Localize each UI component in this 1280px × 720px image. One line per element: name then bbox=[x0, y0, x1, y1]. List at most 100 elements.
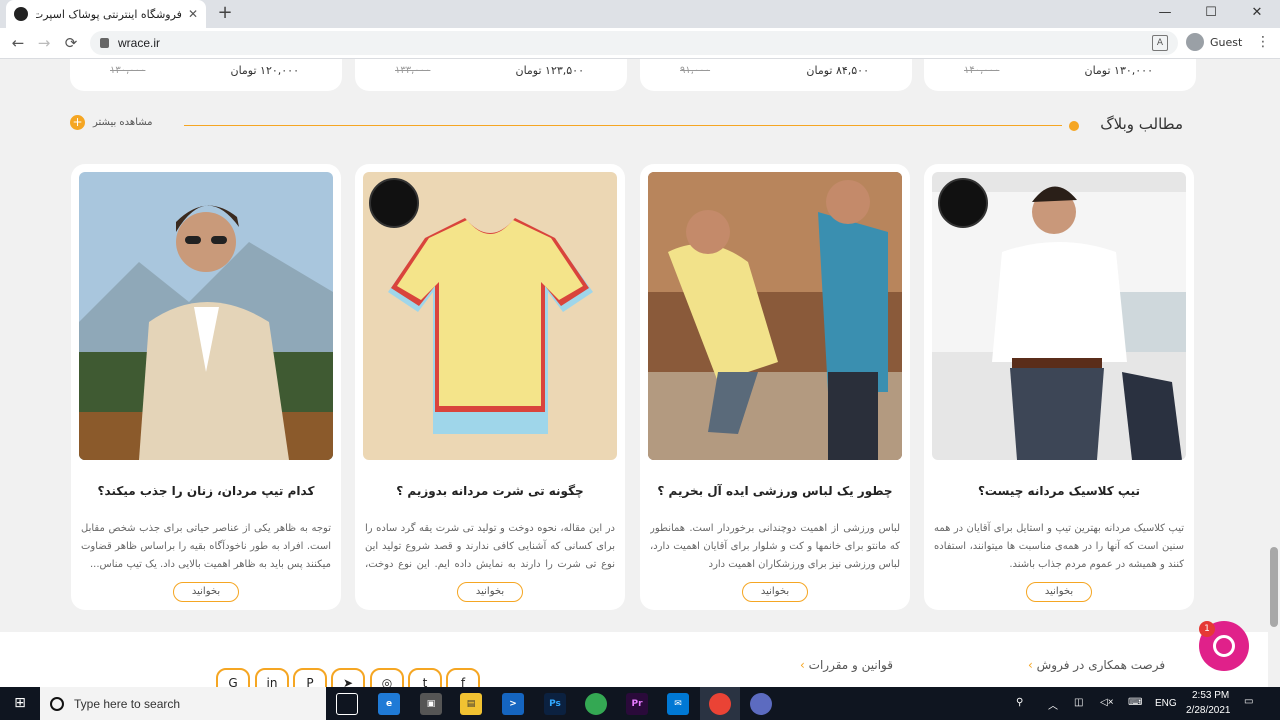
see-more-label: مشاهده بیشتر bbox=[93, 117, 153, 128]
new-price: ۱۲۳,۵۰۰ تومان bbox=[515, 64, 584, 77]
pinterest-icon[interactable]: P bbox=[293, 668, 327, 687]
product-card-tail[interactable]: ۱۳۳,۰۰۰ ۱۲۳,۵۰۰ تومان bbox=[355, 59, 627, 91]
blog-card[interactable]: کدام تیپ مردان، زنان را جذب میکند؟ توجه … bbox=[71, 164, 341, 610]
footer-link-terms[interactable]: قوانین و مقررات › bbox=[800, 658, 893, 672]
browser-tab-strip: فروشگاه اینترنتی پوشاک اسپرت و ر ✕ + — ☐… bbox=[0, 0, 1280, 28]
new-price: ۸۴,۵۰۰ تومان bbox=[806, 64, 869, 77]
minimize-button[interactable]: — bbox=[1142, 0, 1188, 28]
blog-post-image[interactable] bbox=[363, 172, 617, 460]
brand-logo-badge bbox=[938, 178, 988, 228]
blog-post-title[interactable]: چگونه تی شرت مردانه بدوزیم ؟ bbox=[365, 484, 615, 498]
language-indicator[interactable]: ENG bbox=[1155, 698, 1177, 709]
tray-chevron-icon[interactable]: ︿ bbox=[1048, 697, 1058, 712]
photoshop-icon[interactable]: Ps bbox=[544, 693, 566, 715]
blog-card[interactable]: چطور یک لباس ورزشی ایده آل بخریم ؟ لباس … bbox=[640, 164, 910, 610]
product-card-tail[interactable]: ۱۴۰,۰۰۰ ۱۳۰,۰۰۰ تومان bbox=[924, 59, 1196, 91]
blog-card[interactable]: تیپ کلاسیک مردانه چیست؟ تیپ کلاسیک مردان… bbox=[924, 164, 1194, 610]
lock-icon bbox=[100, 38, 109, 48]
telegram-icon[interactable]: ➤ bbox=[331, 668, 365, 687]
url-text: wrace.ir bbox=[118, 36, 161, 50]
windows-start-icon[interactable]: ⊞ bbox=[0, 687, 40, 720]
blog-post-excerpt: تیپ کلاسیک مردانه بهترین تیپ و استایل بر… bbox=[934, 523, 1184, 570]
read-more-button[interactable]: بخوانید bbox=[173, 582, 239, 602]
page-viewport: ۱۳۰,۰۰۰ ۱۲۰,۰۰۰ تومان ۱۳۳,۰۰۰ ۱۲۳,۵۰۰ تو… bbox=[0, 59, 1268, 687]
scrollbar-thumb[interactable] bbox=[1270, 547, 1278, 627]
terminal-icon[interactable]: > bbox=[502, 693, 524, 715]
old-price: ۱۳۳,۰۰۰ bbox=[395, 65, 431, 76]
profile-label: Guest bbox=[1210, 35, 1243, 49]
browser-tab[interactable]: فروشگاه اینترنتی پوشاک اسپرت و ر ✕ bbox=[6, 0, 206, 28]
blog-post-image[interactable] bbox=[79, 172, 333, 460]
blog-card[interactable]: چگونه تی شرت مردانه بدوزیم ؟ در این مقال… bbox=[355, 164, 625, 610]
people-icon[interactable]: ⚲ bbox=[1016, 697, 1023, 708]
facebook-icon[interactable]: f bbox=[446, 668, 480, 687]
blog-post-title[interactable]: چطور یک لباس ورزشی ایده آل بخریم ؟ bbox=[650, 484, 900, 498]
clock-time[interactable]: 2:53 PM bbox=[1192, 690, 1229, 701]
old-price: ۹۱,۰۰۰ bbox=[680, 65, 711, 76]
address-bar[interactable]: wrace.ir A bbox=[90, 31, 1178, 55]
mail-icon[interactable]: ✉ bbox=[667, 693, 689, 715]
avatar-icon bbox=[1186, 33, 1204, 51]
tab-close-icon[interactable]: ✕ bbox=[188, 7, 198, 21]
old-price: ۱۳۰,۰۰۰ bbox=[110, 65, 146, 76]
profile-button[interactable]: Guest bbox=[1186, 33, 1242, 51]
section-dot bbox=[1069, 121, 1079, 131]
read-more-button[interactable]: بخوانید bbox=[742, 582, 808, 602]
task-view-icon[interactable] bbox=[336, 693, 358, 715]
blog-post-excerpt: لباس ورزشی از اهمیت دوچندانی برخوردار اس… bbox=[650, 523, 900, 570]
forward-button[interactable]: → bbox=[33, 32, 55, 54]
chrome-active-icon[interactable] bbox=[709, 693, 731, 715]
new-price: ۱۲۰,۰۰۰ تومان bbox=[230, 64, 299, 77]
app-icon[interactable] bbox=[750, 693, 772, 715]
footer-link-affiliate[interactable]: فرصت همکاری در فروش › bbox=[1028, 658, 1165, 672]
windows-taskbar: ⊞ Type here to search e ▣ ▤ > Ps Pr ✉ ⚲ … bbox=[0, 687, 1280, 720]
see-more-link[interactable]: + مشاهده بیشتر bbox=[70, 115, 153, 130]
footer-link-label: قوانین و مقررات bbox=[808, 658, 893, 672]
site-favicon-icon bbox=[14, 7, 28, 21]
google-icon[interactable]: G bbox=[216, 668, 250, 687]
reload-button[interactable]: ⟳ bbox=[60, 32, 82, 54]
product-card-tail[interactable]: ۹۱,۰۰۰ ۸۴,۵۰۰ تومان bbox=[640, 59, 912, 91]
site-footer: فرصت همکاری در فروش › قوانین و مقررات › … bbox=[0, 632, 1268, 687]
premiere-icon[interactable]: Pr bbox=[626, 693, 648, 715]
search-placeholder: Type here to search bbox=[74, 696, 181, 711]
chat-unread-badge: 1 bbox=[1199, 621, 1215, 637]
close-window-button[interactable]: ✕ bbox=[1234, 0, 1280, 28]
tab-title: فروشگاه اینترنتی پوشاک اسپرت و ر bbox=[36, 7, 182, 21]
linkedin-icon[interactable]: in bbox=[255, 668, 289, 687]
blog-post-title[interactable]: تیپ کلاسیک مردانه چیست؟ bbox=[934, 484, 1184, 498]
old-price: ۱۴۰,۰۰۰ bbox=[964, 65, 1000, 76]
notification-icon[interactable]: ▭ bbox=[1244, 696, 1253, 707]
file-explorer-icon[interactable]: ▤ bbox=[460, 693, 482, 715]
page-scrollbar[interactable] bbox=[1268, 59, 1280, 687]
blog-post-excerpt: در این مقاله، نحوه دوخت و تولید تی شرت ی… bbox=[365, 523, 615, 570]
blog-post-title[interactable]: کدام تیپ مردان، زنان را جذب میکند؟ bbox=[81, 484, 331, 498]
read-more-button[interactable]: بخوانید bbox=[1026, 582, 1092, 602]
network-icon[interactable]: ◫ bbox=[1074, 697, 1083, 708]
clock-date[interactable]: 2/28/2021 bbox=[1186, 705, 1231, 716]
taskbar-search[interactable]: Type here to search bbox=[40, 687, 326, 720]
cortana-icon bbox=[50, 696, 64, 711]
chrome-icon[interactable] bbox=[585, 693, 607, 715]
blog-post-image[interactable] bbox=[648, 172, 902, 460]
twitter-icon[interactable]: t bbox=[408, 668, 442, 687]
keyboard-icon[interactable]: ⌨ bbox=[1128, 697, 1142, 708]
blog-post-excerpt: توجه به ظاهر یکی از عناصر حیاتی برای جذب… bbox=[81, 523, 331, 570]
footer-link-label: فرصت همکاری در فروش bbox=[1036, 658, 1166, 672]
blog-post-image[interactable] bbox=[932, 172, 1186, 460]
maximize-button[interactable]: ☐ bbox=[1188, 0, 1234, 28]
instagram-icon[interactable]: ◎ bbox=[370, 668, 404, 687]
new-price: ۱۳۰,۰۰۰ تومان bbox=[1084, 64, 1153, 77]
volume-icon[interactable]: ◁× bbox=[1100, 697, 1114, 708]
browser-menu-icon[interactable]: ⋮ bbox=[1256, 34, 1270, 50]
back-button[interactable]: ← bbox=[7, 32, 29, 54]
blog-section-title: مطالب وبلاگ bbox=[1100, 115, 1183, 133]
store-icon[interactable]: ▣ bbox=[420, 693, 442, 715]
edge-icon[interactable]: e bbox=[378, 693, 400, 715]
product-card-tail[interactable]: ۱۳۰,۰۰۰ ۱۲۰,۰۰۰ تومان bbox=[70, 59, 342, 91]
read-more-button[interactable]: بخوانید bbox=[457, 582, 523, 602]
chat-bubble-icon bbox=[1213, 635, 1235, 657]
translate-icon[interactable]: A bbox=[1152, 35, 1168, 51]
brand-logo-badge bbox=[369, 178, 419, 228]
new-tab-button[interactable]: + bbox=[214, 2, 236, 24]
